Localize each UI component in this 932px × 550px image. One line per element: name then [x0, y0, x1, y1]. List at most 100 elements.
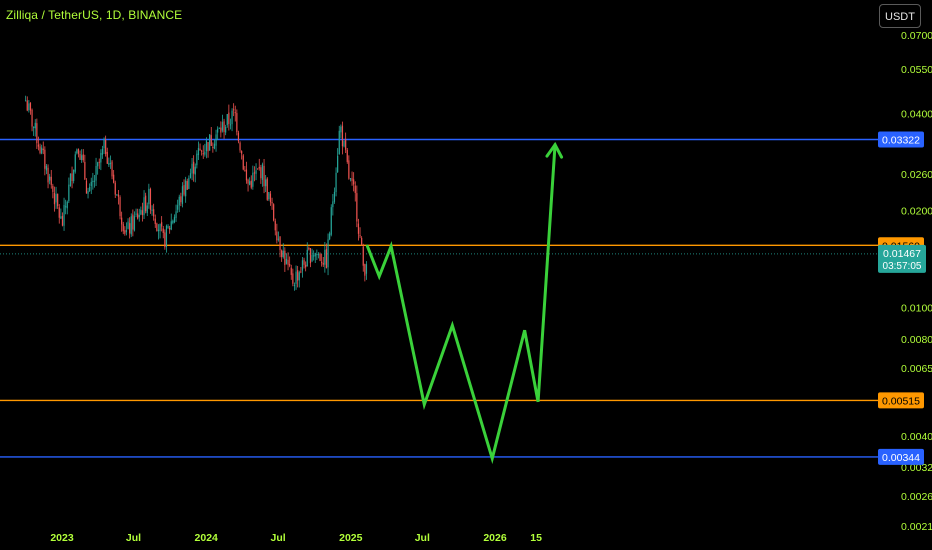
candle-body	[138, 214, 140, 218]
candle-body	[49, 176, 51, 181]
candle-body	[97, 162, 99, 167]
candle-body	[263, 165, 265, 187]
candle-body	[324, 249, 326, 265]
candle-body	[257, 168, 259, 170]
candle-body	[129, 223, 131, 234]
candle-body	[177, 205, 179, 210]
candle-body	[135, 213, 137, 215]
candle-body	[292, 273, 294, 284]
candle-body	[333, 191, 336, 202]
candle-body	[233, 109, 235, 111]
candle-body	[217, 128, 219, 133]
candle-body	[362, 246, 364, 266]
candle-body	[108, 162, 110, 166]
candle-body	[293, 285, 296, 287]
candle-body	[140, 209, 142, 215]
candle-body	[57, 193, 59, 207]
candle-body	[343, 140, 345, 147]
candle-body	[45, 165, 48, 171]
candle-body	[309, 248, 312, 264]
candle-body	[199, 148, 201, 151]
y-tick-label: 0.00260	[901, 491, 932, 503]
candle-body	[191, 163, 193, 174]
candle-body	[36, 123, 38, 144]
candle-body	[109, 162, 112, 164]
currency-button[interactable]: USDT	[879, 4, 921, 28]
candle-body	[332, 201, 334, 208]
candle-body	[25, 100, 27, 102]
x-tick-label: 2024	[195, 532, 219, 544]
candle-body	[271, 201, 273, 204]
candle-body	[87, 191, 89, 194]
candle-body	[101, 148, 104, 155]
candle-body	[153, 209, 155, 217]
symbol-title: Zilliqa / TetherUS, 1D, BINANCE	[6, 8, 183, 22]
candle-body	[300, 271, 302, 273]
candle-body	[100, 152, 102, 163]
candle-body	[205, 140, 208, 152]
candle-body	[212, 147, 214, 149]
candle-body	[137, 213, 139, 219]
candle-body	[159, 223, 161, 232]
y-tick-label: 0.00210	[901, 521, 932, 533]
candle-body	[311, 254, 313, 262]
candle-body	[359, 235, 361, 237]
candle-body	[186, 181, 188, 190]
candle-body	[287, 259, 289, 265]
price-chart[interactable]: 0.07000 0.05500 0.04000 0.02600 0.02000 0.010…	[0, 0, 932, 550]
candle-body	[305, 264, 307, 268]
candle-body	[213, 143, 216, 149]
y-tick-label: 0.01000	[901, 303, 932, 315]
candle-body	[55, 193, 57, 203]
candle-body	[269, 193, 272, 203]
x-tick-label: 2025	[339, 532, 363, 544]
candle-body	[121, 217, 123, 225]
candle-body	[357, 223, 360, 234]
candle-body	[164, 232, 166, 248]
candle-body	[274, 220, 276, 231]
candle-body	[119, 197, 121, 217]
candle-body	[229, 124, 232, 126]
candle-body	[354, 185, 356, 193]
candle-body	[66, 201, 68, 209]
candle-body	[60, 216, 62, 219]
candle-body	[306, 249, 308, 267]
candle-body	[132, 214, 134, 230]
candle-body	[114, 182, 116, 195]
candle-body	[226, 113, 228, 126]
candle-body	[185, 180, 187, 197]
candle-body	[63, 204, 65, 226]
candle-body	[145, 195, 147, 212]
candle-body	[268, 192, 270, 200]
candle-body	[298, 272, 300, 281]
current-price-label: 0.01467	[883, 248, 921, 260]
candle-body	[124, 230, 126, 234]
level-price-label: 0.00515	[882, 395, 920, 407]
candle-body	[89, 186, 91, 191]
candle-body	[220, 127, 222, 133]
y-tick-label: 0.02000	[901, 206, 932, 218]
candle-body	[247, 179, 249, 184]
candle-body	[127, 221, 129, 229]
candle-body	[69, 173, 72, 187]
candle-body	[183, 185, 185, 195]
candle-body	[277, 238, 280, 240]
candle-body	[92, 180, 94, 183]
candle-body	[297, 270, 299, 281]
candle-body	[281, 250, 283, 257]
candle-body	[58, 207, 60, 218]
candle-body	[133, 216, 136, 231]
candle-body	[167, 226, 169, 228]
candle-body	[258, 166, 260, 169]
candle-body	[146, 205, 148, 214]
candle-body	[209, 134, 211, 151]
x-tick-label: 15	[530, 532, 542, 544]
x-tick-label: Jul	[271, 532, 286, 544]
candle-body	[125, 230, 128, 233]
candle-body	[111, 161, 113, 177]
candle-body	[207, 142, 209, 152]
candle-body	[53, 192, 56, 205]
candle-body	[252, 172, 254, 187]
candle-body	[273, 204, 275, 221]
y-tick-label: 0.04000	[901, 109, 932, 121]
